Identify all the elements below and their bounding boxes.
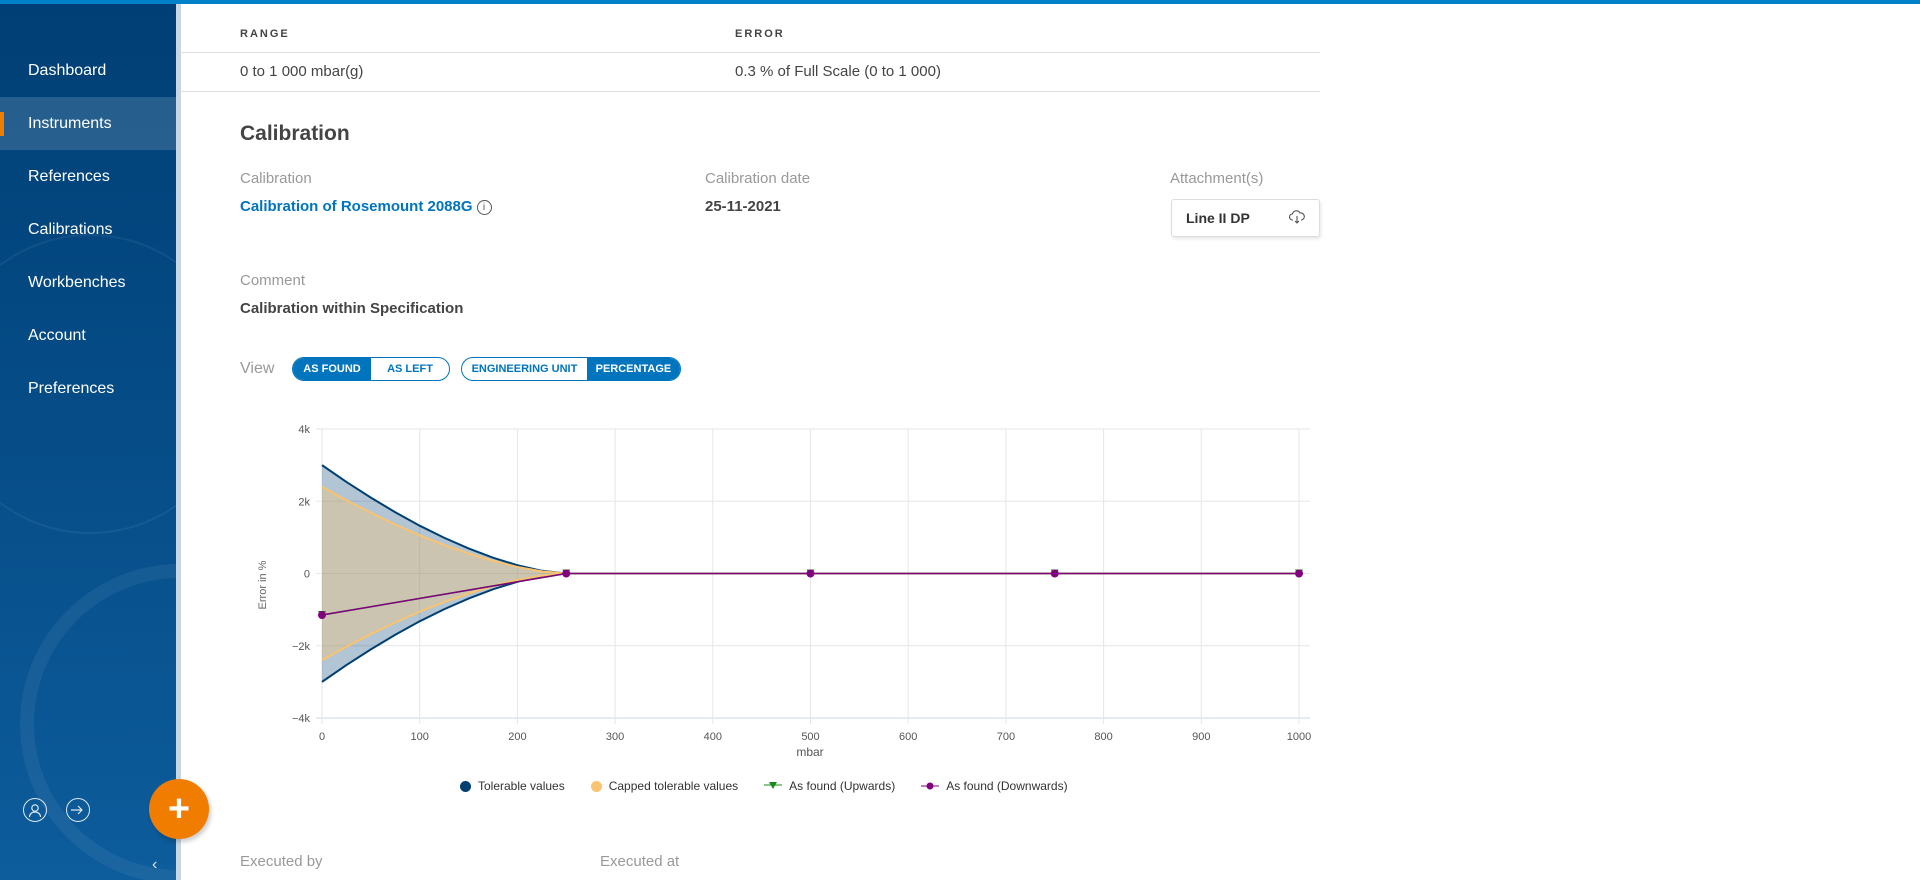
x-tick-label: 600 — [899, 731, 917, 743]
legend-label: As found (Downwards) — [946, 779, 1068, 793]
sidebar-item-references[interactable]: References — [0, 150, 176, 203]
as-found-downwards-point — [806, 569, 815, 578]
comment-label: Comment — [240, 272, 306, 289]
calibration-error-chart: 4k 2k 0 −2k −4k 0 100 200 300 400 500 600 700 800 900 1… — [257, 424, 1311, 759]
column-header-range: RANGE — [240, 28, 290, 40]
sidebar-item-instruments[interactable]: Instruments — [0, 97, 176, 150]
x-tick-label: 500 — [801, 731, 819, 743]
calibration-date-label: Calibration date — [705, 170, 811, 187]
divider — [180, 52, 1320, 53]
info-icon[interactable]: i — [476, 199, 492, 215]
legend-item-downwards[interactable]: As found (Downwards) — [921, 779, 1068, 793]
y-tick-label: −4k — [292, 713, 311, 725]
x-tick-label: 400 — [704, 731, 722, 743]
calibration-label: Calibration — [240, 170, 312, 187]
legend-label: Tolerable values — [478, 779, 565, 793]
as-found-option[interactable]: AS FOUND — [293, 358, 371, 380]
as-found-downwards-point — [1050, 569, 1059, 578]
legend-item-capped[interactable]: Capped tolerable values — [590, 779, 739, 793]
collapse-sidebar-button[interactable]: ‹ — [152, 856, 157, 874]
y-tick-label: −2k — [292, 641, 311, 653]
legend-marker — [921, 782, 940, 790]
found-left-toggle: AS FOUND AS LEFT — [292, 357, 450, 381]
y-axis-label: Error in % — [257, 560, 269, 609]
view-label: View — [240, 360, 275, 377]
x-axis-label: mbar — [796, 745, 823, 759]
executed-by-label: Executed by — [240, 853, 323, 870]
user-profile-icon[interactable] — [23, 798, 47, 822]
engineering-unit-option[interactable]: ENGINEERING UNIT — [462, 358, 587, 380]
add-button[interactable]: + — [149, 779, 209, 839]
cloud-download-icon — [1289, 209, 1305, 227]
sidebar-border — [176, 4, 181, 880]
divider — [180, 91, 1320, 92]
as-found-downwards-point — [318, 611, 326, 620]
legend-label: As found (Upwards) — [789, 779, 896, 793]
x-tick-label: 900 — [1192, 731, 1210, 743]
sidebar-item-account[interactable]: Account — [0, 309, 176, 362]
x-tick-label: 700 — [997, 731, 1015, 743]
x-tick-label: 300 — [606, 731, 624, 743]
calibration-date-value: 25-11-2021 — [705, 198, 781, 215]
attachment-name: Line II DP — [1186, 210, 1250, 226]
sidebar: Dashboard Instruments References Calibra… — [0, 4, 176, 880]
legend-marker — [460, 780, 471, 792]
x-tick-label: 0 — [319, 731, 325, 743]
x-tick-label: 1000 — [1287, 731, 1311, 743]
y-tick-label: 4k — [298, 424, 310, 436]
calibration-link[interactable]: Calibration of Rosemount 2088G — [240, 198, 473, 215]
sidebar-item-calibrations[interactable]: Calibrations — [0, 203, 176, 256]
x-tick-label: 100 — [411, 731, 429, 743]
legend-label: Capped tolerable values — [608, 779, 739, 793]
x-tick-label: 200 — [508, 731, 526, 743]
top-accent-bar — [0, 0, 1920, 4]
sidebar-item-preferences[interactable]: Preferences — [0, 362, 176, 415]
y-tick-label: 0 — [304, 569, 310, 581]
column-header-error: ERROR — [735, 28, 785, 40]
attachments-label: Attachment(s) — [1170, 170, 1264, 187]
range-value: 0 to 1 000 mbar(g) — [240, 63, 364, 80]
calibration-value: Calibration of Rosemount 2088G i — [240, 198, 492, 215]
as-found-downwards-point — [1295, 569, 1303, 578]
background-gauge-decoration — [20, 564, 176, 880]
y-tick-label: 2k — [298, 496, 310, 508]
chart-legend: Tolerable values Capped tolerable values… — [460, 779, 1068, 793]
error-value: 0.3 % of Full Scale (0 to 1 000) — [735, 63, 941, 80]
as-left-option[interactable]: AS LEFT — [371, 358, 449, 380]
legend-marker — [764, 782, 783, 789]
comment-value: Calibration within Specification — [240, 300, 464, 317]
attachment-download-button[interactable]: Line II DP — [1171, 199, 1320, 237]
legend-item-tolerable[interactable]: Tolerable values — [460, 779, 565, 793]
as-found-downwards-point — [562, 569, 571, 578]
sidebar-nav: Dashboard Instruments References Calibra… — [0, 44, 176, 415]
section-title: Calibration — [240, 122, 350, 145]
percentage-option[interactable]: PERCENTAGE — [586, 358, 680, 380]
legend-marker — [590, 780, 602, 792]
unit-toggle: ENGINEERING UNIT PERCENTAGE — [461, 357, 681, 381]
sidebar-item-dashboard[interactable]: Dashboard — [0, 44, 176, 97]
logout-icon[interactable] — [66, 798, 90, 822]
sidebar-item-workbenches[interactable]: Workbenches — [0, 256, 176, 309]
executed-at-label: Executed at — [600, 853, 680, 870]
legend-item-upwards[interactable]: As found (Upwards) — [764, 779, 895, 793]
x-tick-label: 800 — [1094, 731, 1112, 743]
